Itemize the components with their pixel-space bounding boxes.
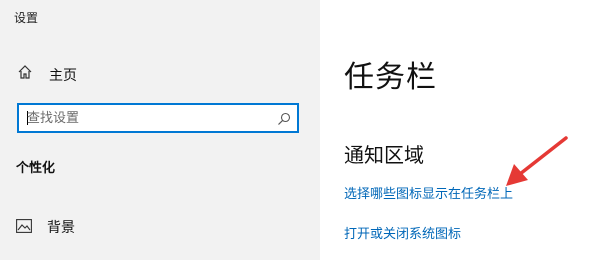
sidebar-item-background[interactable]: 背景	[0, 210, 320, 240]
page-title: 任务栏	[344, 60, 437, 95]
settings-window: 设置 主页 个性化	[0, 0, 600, 260]
select-taskbar-icons-link[interactable]: 选择哪些图标显示在任务栏上	[344, 183, 513, 202]
search-input[interactable]	[27, 105, 267, 131]
search-icon[interactable]	[277, 111, 291, 125]
main-content: 任务栏 通知区域 选择哪些图标显示在任务栏上 打开或关闭系统图标	[320, 0, 600, 260]
sidebar-item-background-label: 背景	[47, 220, 75, 236]
section-heading-personalization: 个性化	[16, 161, 56, 176]
section-title-notification-area: 通知区域	[344, 143, 424, 167]
sidebar-item-home[interactable]: 主页	[0, 60, 320, 88]
app-title: 设置	[14, 11, 39, 25]
search-field[interactable]	[17, 103, 299, 133]
home-icon	[17, 64, 33, 80]
sidebar: 设置 主页 个性化	[0, 0, 320, 260]
image-icon	[16, 218, 32, 233]
toggle-system-icons-link[interactable]: 打开或关闭系统图标	[344, 223, 461, 242]
sidebar-item-home-label: 主页	[49, 68, 77, 84]
